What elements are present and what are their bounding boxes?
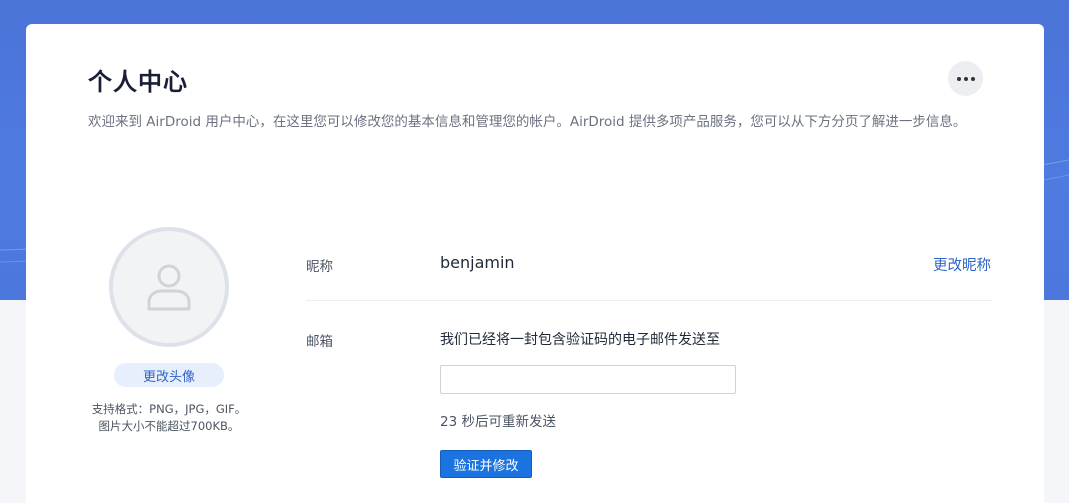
avatar[interactable] — [109, 227, 229, 347]
email-sent-message: 我们已经将一封包含验证码的电子邮件发送至 — [440, 332, 720, 348]
more-options-button[interactable] — [948, 61, 983, 96]
profile-card: 个人中心 欢迎来到 AirDroid 用户中心，在这里您可以修改您的基本信息和管… — [26, 24, 1044, 503]
nickname-value: benjamin — [440, 253, 515, 272]
divider — [306, 300, 992, 301]
nickname-label: 昵称 — [306, 259, 333, 275]
more-dot — [970, 76, 975, 81]
more-dot — [963, 76, 968, 81]
more-horizontal-icon — [956, 76, 961, 81]
page-title: 个人中心 — [88, 68, 188, 96]
resend-countdown: 23 秒后可重新发送 — [440, 414, 556, 430]
intro-text: 欢迎来到 AirDroid 用户中心，在这里您可以修改您的基本信息和管理您的帐户… — [88, 114, 967, 130]
user-icon — [147, 264, 191, 311]
avatar-note-formats: 支持格式：PNG，JPG，GIF。 — [91, 402, 247, 416]
change-avatar-button[interactable]: 更改头像 — [114, 363, 224, 387]
verification-code-input[interactable] — [440, 365, 736, 394]
change-nickname-link[interactable]: 更改昵称 — [933, 254, 991, 275]
verify-and-change-button[interactable]: 验证并修改 — [440, 450, 532, 478]
avatar-note-size: 图片大小不能超过700KB。 — [98, 419, 240, 433]
avatar-format-note: 支持格式：PNG，JPG，GIF。 图片大小不能超过700KB。 — [86, 401, 252, 435]
email-label: 邮箱 — [306, 334, 333, 350]
